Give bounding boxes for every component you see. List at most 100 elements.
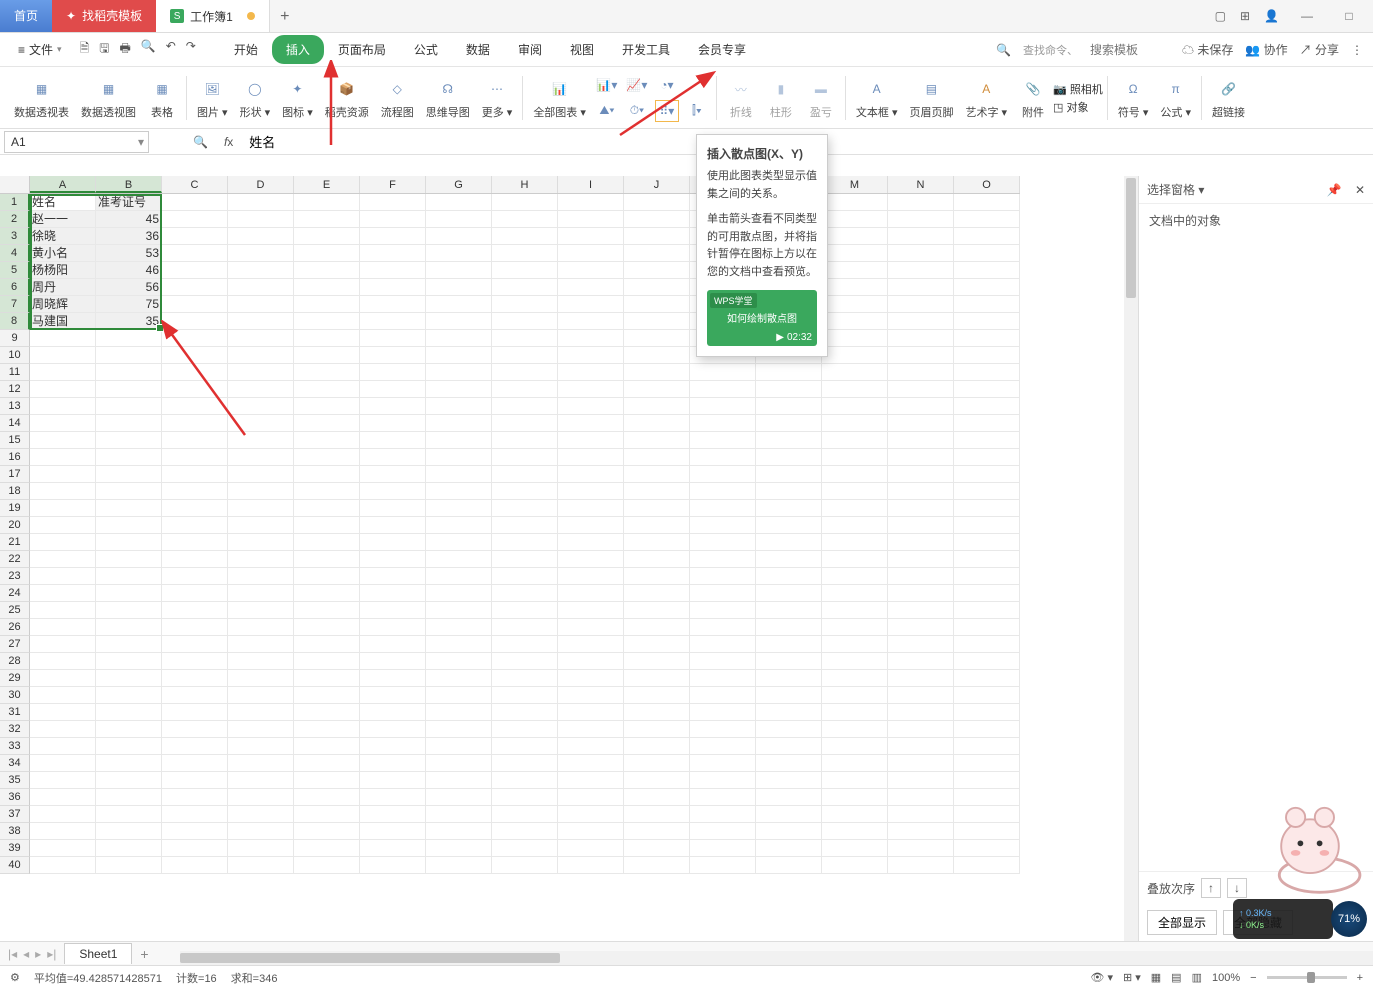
pie-chart-icon[interactable]: ◔▾	[655, 74, 679, 96]
cell[interactable]	[228, 211, 294, 228]
select-all-corner[interactable]	[0, 176, 30, 194]
cell[interactable]	[492, 381, 558, 398]
cell[interactable]	[822, 466, 888, 483]
cell[interactable]	[492, 466, 558, 483]
cell[interactable]	[954, 517, 1020, 534]
row-header[interactable]: 31	[0, 704, 30, 721]
cell[interactable]	[822, 432, 888, 449]
cell[interactable]	[96, 772, 162, 789]
cell[interactable]	[624, 687, 690, 704]
cell[interactable]	[822, 500, 888, 517]
cell[interactable]	[888, 500, 954, 517]
cell[interactable]	[360, 415, 426, 432]
zoom-in-icon[interactable]: +	[1357, 972, 1363, 984]
cell[interactable]	[558, 313, 624, 330]
cell[interactable]	[558, 194, 624, 211]
pin-icon[interactable]: 📌	[1327, 183, 1342, 197]
unsaved-status[interactable]: ☁ 未保存	[1182, 41, 1233, 58]
new-icon[interactable]: 🗎	[80, 39, 90, 60]
cell[interactable]	[294, 432, 360, 449]
cell[interactable]	[954, 619, 1020, 636]
cell[interactable]	[294, 721, 360, 738]
col-header[interactable]: O	[954, 176, 1020, 193]
cell[interactable]	[162, 194, 228, 211]
cell[interactable]	[294, 364, 360, 381]
cell[interactable]	[624, 483, 690, 500]
cell[interactable]	[888, 789, 954, 806]
cell[interactable]: 36	[96, 228, 162, 245]
cell[interactable]	[690, 619, 756, 636]
cell[interactable]	[492, 347, 558, 364]
cell[interactable]	[822, 517, 888, 534]
cell[interactable]	[756, 857, 822, 874]
cell[interactable]	[888, 483, 954, 500]
cell[interactable]	[96, 432, 162, 449]
name-box[interactable]: A1▾	[4, 131, 149, 153]
cell[interactable]	[360, 483, 426, 500]
cell[interactable]	[888, 262, 954, 279]
cell[interactable]	[30, 772, 96, 789]
cell[interactable]	[756, 806, 822, 823]
row-header[interactable]: 39	[0, 840, 30, 857]
cell[interactable]	[162, 602, 228, 619]
cell[interactable]	[360, 449, 426, 466]
cell[interactable]	[822, 398, 888, 415]
row-header[interactable]: 4	[0, 245, 30, 262]
cell[interactable]: 75	[96, 296, 162, 313]
cell[interactable]	[624, 432, 690, 449]
cell[interactable]	[558, 279, 624, 296]
resource-button[interactable]: 📦稻壳资源	[319, 73, 375, 122]
cell[interactable]	[624, 619, 690, 636]
cell[interactable]	[756, 483, 822, 500]
row-header[interactable]: 17	[0, 466, 30, 483]
cell[interactable]	[558, 823, 624, 840]
add-tab-button[interactable]: +	[270, 2, 300, 32]
cell[interactable]	[162, 517, 228, 534]
cell[interactable]	[888, 534, 954, 551]
cell[interactable]	[360, 534, 426, 551]
cell[interactable]	[96, 517, 162, 534]
cell[interactable]	[492, 585, 558, 602]
cell[interactable]	[426, 262, 492, 279]
cell[interactable]	[888, 840, 954, 857]
cell[interactable]	[492, 772, 558, 789]
cell[interactable]	[30, 789, 96, 806]
cell[interactable]	[624, 585, 690, 602]
horizontal-scrollbar[interactable]	[180, 951, 1373, 965]
column-headers[interactable]: ABCDEFGHIJKLMNO	[30, 176, 1020, 194]
cell[interactable]	[96, 466, 162, 483]
cell[interactable]	[294, 687, 360, 704]
cell[interactable]	[558, 568, 624, 585]
cell[interactable]	[294, 483, 360, 500]
cell[interactable]	[822, 857, 888, 874]
cell[interactable]	[360, 364, 426, 381]
first-sheet-icon[interactable]: |◂	[8, 947, 17, 961]
cell[interactable]	[822, 670, 888, 687]
cell[interactable]	[228, 330, 294, 347]
settings-icon[interactable]: ⚙	[10, 971, 20, 984]
cell[interactable]	[822, 551, 888, 568]
cell[interactable]	[954, 364, 1020, 381]
cell[interactable]	[162, 364, 228, 381]
cell[interactable]	[96, 840, 162, 857]
cell[interactable]	[426, 823, 492, 840]
row-header[interactable]: 23	[0, 568, 30, 585]
cell[interactable]	[426, 194, 492, 211]
cell[interactable]	[822, 789, 888, 806]
menu-开始[interactable]: 开始	[220, 35, 272, 64]
cell[interactable]	[294, 636, 360, 653]
cell[interactable]	[426, 381, 492, 398]
cell[interactable]	[360, 738, 426, 755]
cell[interactable]	[426, 347, 492, 364]
row-header[interactable]: 15	[0, 432, 30, 449]
next-sheet-icon[interactable]: ▸	[35, 947, 41, 961]
cell[interactable]	[954, 279, 1020, 296]
cell[interactable]	[558, 602, 624, 619]
cell[interactable]	[30, 670, 96, 687]
cell[interactable]	[888, 857, 954, 874]
symbol-button[interactable]: Ω符号 ▾	[1112, 73, 1155, 122]
cell[interactable]	[228, 245, 294, 262]
cell[interactable]	[426, 704, 492, 721]
last-sheet-icon[interactable]: ▸|	[47, 947, 56, 961]
cell[interactable]	[30, 517, 96, 534]
